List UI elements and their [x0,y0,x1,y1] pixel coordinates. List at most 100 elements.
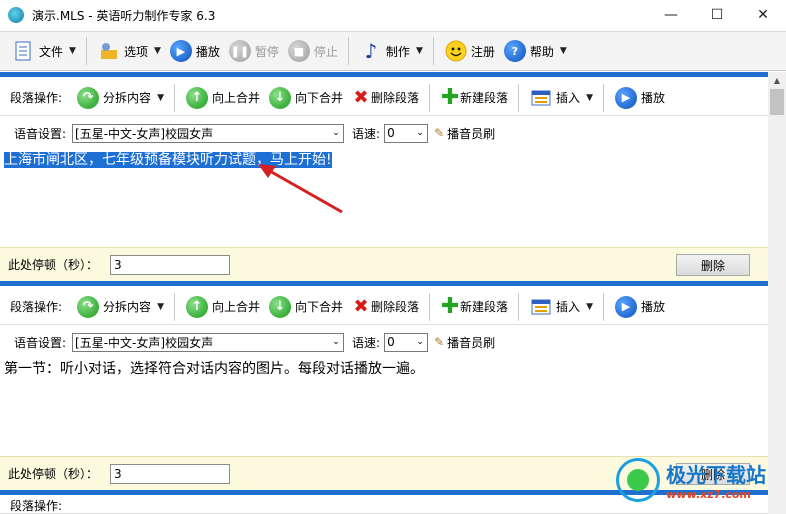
watermark: 极光下载站 www.xz7.com [616,458,766,502]
broadcaster-brush-button[interactable]: 播音员刷 [447,125,495,142]
arrow-down-icon: ↓ [268,295,292,319]
vertical-scrollbar[interactable]: ▲ [768,72,786,514]
delete-paragraph-button[interactable]: ✖ 删除段落 [347,82,423,114]
app-icon [8,7,24,23]
broom-icon: ✎ [434,335,445,349]
help-icon: ? [503,39,527,63]
make-label: 制作 [385,44,410,59]
pause-button[interactable]: ❚❚ 暂停 [224,35,283,67]
segment-play-label: 播放 [640,91,665,105]
delete-button[interactable]: 删除 [676,254,750,276]
chevron-down-icon: ⌄ [332,128,340,138]
arrow-down-icon: ↓ [268,86,292,110]
delete-icon: ✖ [353,87,369,108]
maximize-button[interactable]: ☐ [694,0,740,30]
separator [173,292,175,321]
merge-down-label: 向下合并 [295,91,344,105]
separator [429,292,431,321]
merge-down-button[interactable]: ↓ 向下合并 [264,82,347,114]
separator [85,37,87,65]
play-label: 播放 [195,44,220,59]
document-icon [12,39,36,63]
speed-label: 语速: [352,335,381,350]
chevron-down-icon: ⌄ [332,337,340,347]
delete-paragraph-button[interactable]: ✖ 删除段落 [347,291,423,323]
pause-label: 暂停 [254,44,279,59]
watermark-url: www.xz7.com [666,488,751,501]
split-content-button[interactable]: ↷ 分拆内容 ▼ [72,291,168,323]
delete-para-label: 删除段落 [371,91,420,105]
segment-text-area[interactable]: 第一节：听小对话，选择符合对话内容的图片。每段对话播放一遍。 [0,356,768,454]
chevron-down-icon: ▼ [586,301,593,312]
minimize-button[interactable]: — [648,0,694,30]
insert-button[interactable]: 插入 ▼ [525,291,597,323]
play-button[interactable]: ▶ 播放 [165,35,224,67]
help-menu-button[interactable]: ? 帮助 ▼ [499,35,571,67]
segment-text-area[interactable]: 上海市闸北区，七年级预备模块听力试题，马上开始! [0,147,768,245]
plus-icon: ✚ [440,293,460,319]
redo-arrow-icon: ↷ [76,86,100,110]
play-icon: ▶ [169,39,193,63]
voice-label: 语音设置: [14,335,67,350]
segment-text: 第一节：听小对话，选择符合对话内容的图片。每段对话播放一遍。 [4,361,424,377]
speed-select[interactable]: 0 ⌄ [384,123,429,143]
options-menu-button[interactable]: 选项 ▼ [93,35,165,67]
file-menu-button[interactable]: 文件 ▼ [8,35,80,67]
new-para-label: 新建段落 [460,91,509,105]
insert-label: 插入 [556,91,581,105]
segment-play-button[interactable]: ▶ 播放 [610,82,669,114]
voice-value: [五星-中文-女声]校园女声 [75,124,214,142]
smiley-icon [444,39,468,63]
play-icon: ▶ [614,86,638,110]
segment-toolbar: 段落操作: ↷ 分拆内容 ▼ ↑ 向上合并 ↓ 向下合并 ✖ 删除段落 ✚ 新建段落 插入 ▼… [0,289,768,325]
register-button[interactable]: 注册 [440,35,499,67]
segment-toolbar: 段落操作: ↷ 分拆内容 ▼ ↑ 向上合并 ↓ 向下合并 ✖ 删除段落 ✚ 新建段落 插入 ▼… [0,80,768,116]
make-menu-button[interactable]: ♪ 制作 ▼ [355,35,427,67]
plus-icon: ✚ [440,84,460,110]
voice-select[interactable]: [五星-中文-女声]校园女声 ⌄ [72,332,345,352]
insert-label: 插入 [556,300,581,314]
chevron-down-icon: ▼ [157,301,164,312]
pause-label: 此处停顿（秒）： [8,258,99,272]
split-content-button[interactable]: ↷ 分拆内容 ▼ [72,82,168,114]
options-label: 选项 [123,44,148,59]
chevron-down-icon: ⌄ [416,337,424,347]
pause-label: 此处停顿（秒）： [8,467,99,481]
voice-select[interactable]: [五星-中文-女声]校园女声 ⌄ [72,123,345,143]
pause-row: 此处停顿（秒）： 3 删除 [0,247,768,281]
help-label: 帮助 [529,44,554,59]
voice-settings-row: 语音设置: [五星-中文-女声]校园女声 ⌄ 语速: 0 ⌄ ✎ 播音员刷 [0,331,768,353]
chevron-down-icon: ▼ [69,46,76,56]
merge-up-button[interactable]: ↑ 向上合并 [181,82,264,114]
close-button[interactable]: ✕ [740,0,786,30]
broadcaster-brush-button[interactable]: 播音员刷 [447,334,495,351]
main-toolbar: 文件 ▼ 选项 ▼ ▶ 播放 ❚❚ 暂停 ■ 停止 ♪ 制作 ▼ 注册 ? 帮助… [0,31,786,71]
scrollbar-thumb[interactable] [770,89,784,115]
arrow-up-icon: ↑ [185,86,209,110]
speed-label: 语速: [352,126,381,141]
separator [432,37,434,65]
pause-seconds-input[interactable]: 3 [110,463,231,484]
merge-down-label: 向下合并 [295,300,344,314]
separator [518,292,520,321]
delete-icon: ✖ [353,296,369,317]
segment-play-button[interactable]: ▶ 播放 [610,291,669,323]
segment-ops-label: 段落操作: [10,498,63,513]
annotation-arrow-icon [258,164,343,214]
merge-up-button[interactable]: ↑ 向上合并 [181,291,264,323]
voice-settings-row: 语音设置: [五星-中文-女声]校园女声 ⌄ 语速: 0 ⌄ ✎ 播音员刷 [0,122,768,144]
new-paragraph-button[interactable]: ✚ 新建段落 [436,82,512,114]
separator [429,83,431,112]
scroll-up-icon[interactable]: ▲ [768,72,786,89]
merge-down-button[interactable]: ↓ 向下合并 [264,291,347,323]
separator [602,83,604,112]
new-paragraph-button[interactable]: ✚ 新建段落 [436,291,512,323]
chevron-down-icon: ▼ [586,92,593,103]
chevron-down-icon: ▼ [415,46,423,56]
stop-button[interactable]: ■ 停止 [283,35,342,67]
pause-seconds-input[interactable]: 3 [110,254,231,275]
speed-select[interactable]: 0 ⌄ [384,332,429,352]
redo-arrow-icon: ↷ [76,295,100,319]
register-label: 注册 [470,44,495,59]
insert-button[interactable]: 插入 ▼ [525,82,597,114]
